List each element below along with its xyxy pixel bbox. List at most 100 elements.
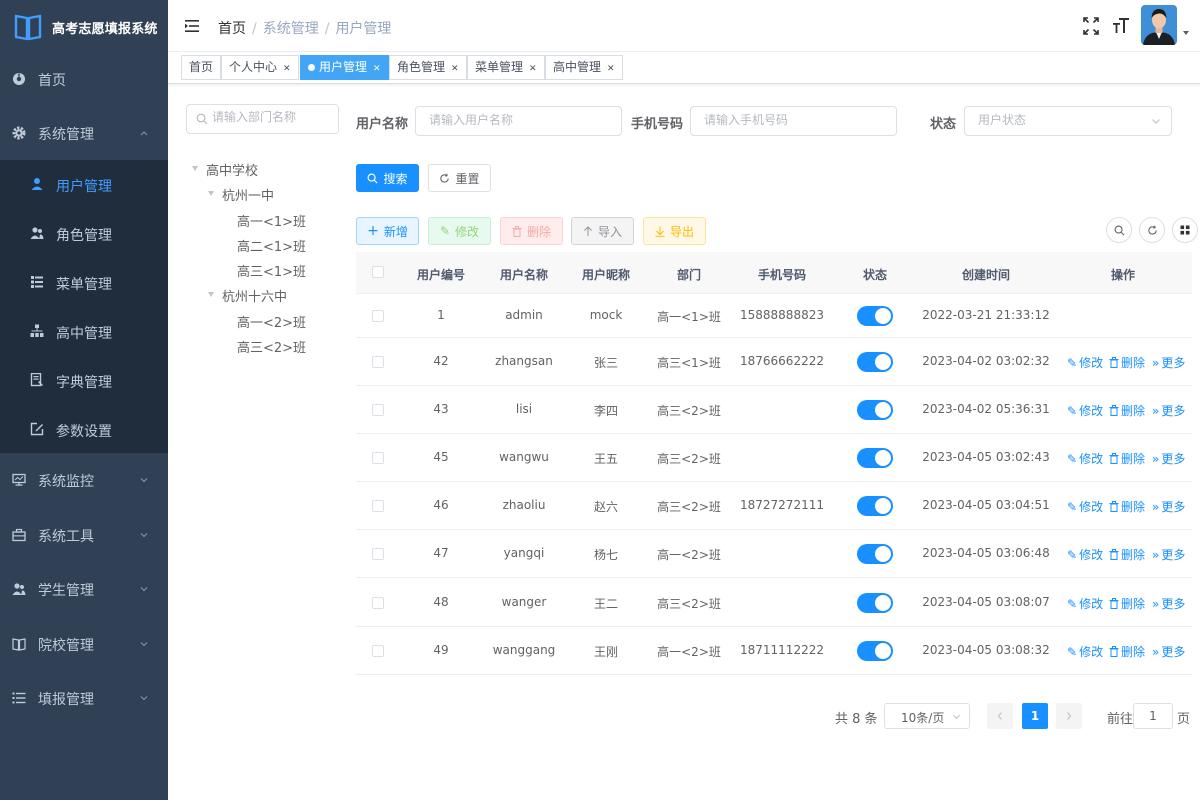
row-delete-button[interactable]: 删除: [1109, 402, 1145, 419]
dept-search-input[interactable]: [212, 110, 332, 124]
table-row[interactable]: 47 yangqi 杨七 高一<2>班 2023-04-05 03:06:48 ✎ 修改 删除…: [356, 530, 1192, 578]
tag-schools[interactable]: 高中管理 ✕: [545, 55, 623, 80]
select-all-checkbox[interactable]: [372, 266, 384, 278]
status-select-input[interactable]: [978, 113, 1143, 127]
phone-field[interactable]: [690, 106, 897, 136]
tree-node[interactable]: 杭州一中: [222, 185, 274, 204]
row-edit-button[interactable]: ✎ 修改: [1067, 546, 1103, 563]
caret-down-icon[interactable]: [192, 166, 198, 171]
refresh-button[interactable]: [1139, 217, 1165, 243]
sidebar-item-menus[interactable]: 菜单管理: [0, 258, 168, 307]
next-page-button[interactable]: [1056, 703, 1082, 729]
sidebar-item-system[interactable]: 系统管理: [0, 112, 168, 154]
row-checkbox[interactable]: [372, 404, 384, 416]
dept-search-field[interactable]: [186, 104, 339, 134]
prev-page-button[interactable]: [987, 703, 1013, 729]
tree-node[interactable]: 杭州十六中: [222, 286, 287, 305]
toggle-search-button[interactable]: [1106, 217, 1132, 243]
delete-button[interactable]: 删除: [500, 217, 563, 245]
caret-down-icon[interactable]: [208, 191, 214, 196]
row-more-button[interactable]: » 更多: [1152, 498, 1185, 515]
table-row[interactable]: 43 lisi 李四 高三<2>班 2023-04-02 05:36:31 ✎ 修改 删除 » 更…: [356, 386, 1192, 434]
tree-node[interactable]: 高一<1>班: [237, 211, 306, 230]
row-delete-button[interactable]: 删除: [1109, 498, 1145, 515]
hamburger-icon[interactable]: [184, 18, 200, 34]
row-checkbox[interactable]: [372, 452, 384, 464]
row-delete-button[interactable]: 删除: [1109, 354, 1145, 371]
reset-button[interactable]: 重置: [428, 164, 491, 192]
close-icon[interactable]: ✕: [283, 64, 291, 74]
status-switch[interactable]: [857, 352, 893, 372]
tag-roles[interactable]: 角色管理 ✕: [389, 55, 467, 80]
row-edit-button[interactable]: ✎ 修改: [1067, 643, 1103, 660]
tree-node[interactable]: 高一<2>班: [237, 312, 306, 331]
tree-node[interactable]: 高三<2>班: [237, 337, 306, 356]
row-more-button[interactable]: » 更多: [1152, 546, 1185, 563]
page-number-current[interactable]: 1: [1022, 703, 1048, 729]
sidebar-item-roles[interactable]: 角色管理: [0, 209, 168, 258]
row-more-button[interactable]: » 更多: [1152, 450, 1185, 467]
edit-button[interactable]: ✎ 修改: [428, 217, 491, 245]
page-size-select[interactable]: 10条/页: [884, 703, 970, 729]
search-button[interactable]: 搜索: [356, 164, 419, 192]
status-select[interactable]: [964, 106, 1172, 136]
row-edit-button[interactable]: ✎ 修改: [1067, 595, 1103, 612]
tag-users[interactable]: 用户管理 ✕: [300, 55, 389, 80]
table-row[interactable]: 49 wanggang 王刚 高一<2>班 18711112222 2023-04-05 …: [356, 627, 1192, 675]
row-delete-button[interactable]: 删除: [1109, 643, 1145, 660]
row-edit-button[interactable]: ✎ 修改: [1067, 498, 1103, 515]
close-icon[interactable]: ✕: [607, 64, 615, 74]
table-row[interactable]: 48 wanger 王二 高三<2>班 2023-04-05 03:08:07 ✎ 修改 删除…: [356, 578, 1192, 627]
tree-node[interactable]: 高中学校: [206, 160, 258, 179]
sidebar-item-tools[interactable]: 系统工具: [0, 514, 168, 556]
tag-profile[interactable]: 个人中心 ✕: [221, 55, 299, 80]
status-switch[interactable]: [857, 641, 893, 661]
table-row[interactable]: 45 wangwu 王五 高三<2>班 2023-04-05 03:02:43 ✎ 修改 删除…: [356, 434, 1192, 482]
row-delete-button[interactable]: 删除: [1109, 546, 1145, 563]
caret-down-icon[interactable]: [1183, 31, 1189, 35]
row-more-button[interactable]: » 更多: [1152, 354, 1185, 371]
row-delete-button[interactable]: 删除: [1109, 450, 1145, 467]
sidebar-item-config[interactable]: 参数设置: [0, 405, 168, 453]
row-delete-button[interactable]: 删除: [1109, 595, 1145, 612]
avatar[interactable]: [1141, 5, 1177, 45]
sidebar-item-users[interactable]: 用户管理: [0, 160, 168, 209]
goto-page-input[interactable]: 1: [1133, 703, 1173, 729]
username-input[interactable]: [429, 113, 593, 127]
username-field[interactable]: [415, 106, 622, 136]
row-edit-button[interactable]: ✎ 修改: [1067, 354, 1103, 371]
export-button[interactable]: 导出: [643, 217, 706, 245]
close-icon[interactable]: ✕: [451, 64, 459, 74]
table-row[interactable]: 1 admin mock 高一<1>班 15888888823 2022-03-21 21…: [356, 294, 1192, 338]
phone-input[interactable]: [704, 113, 868, 127]
tag-home[interactable]: 首页: [181, 55, 222, 80]
sidebar-item-colleges[interactable]: 院校管理: [0, 623, 168, 665]
sidebar-item-dict[interactable]: 字典管理: [0, 356, 168, 405]
add-button[interactable]: + 新增: [356, 217, 419, 245]
row-more-button[interactable]: » 更多: [1152, 402, 1185, 419]
caret-down-icon[interactable]: [208, 292, 214, 297]
table-row[interactable]: 42 zhangsan 张三 高三<1>班 18766662222 2023-04-02 …: [356, 338, 1192, 386]
row-edit-button[interactable]: ✎ 修改: [1067, 402, 1103, 419]
sidebar-item-applications[interactable]: 填报管理: [0, 677, 168, 719]
status-switch[interactable]: [857, 400, 893, 420]
close-icon[interactable]: ✕: [373, 64, 381, 74]
close-icon[interactable]: ✕: [529, 64, 537, 74]
breadcrumb-home[interactable]: 首页: [218, 21, 246, 37]
row-checkbox[interactable]: [372, 500, 384, 512]
row-more-button[interactable]: » 更多: [1152, 595, 1185, 612]
row-edit-button[interactable]: ✎ 修改: [1067, 450, 1103, 467]
status-switch[interactable]: [857, 306, 893, 326]
row-checkbox[interactable]: [372, 356, 384, 368]
status-switch[interactable]: [857, 448, 893, 468]
fullscreen-icon[interactable]: [1083, 17, 1099, 35]
row-checkbox[interactable]: [372, 645, 384, 657]
tree-node[interactable]: 高二<1>班: [237, 236, 306, 255]
brand[interactable]: 高考志愿填报系统: [0, 3, 168, 51]
status-switch[interactable]: [857, 544, 893, 564]
sidebar-item-schools[interactable]: 高中管理: [0, 307, 168, 356]
tree-node[interactable]: 高三<1>班: [237, 261, 306, 280]
sidebar-item-home[interactable]: 首页: [0, 58, 168, 100]
tag-menus[interactable]: 菜单管理 ✕: [467, 55, 545, 80]
table-row[interactable]: 46 zhaoliu 赵六 高三<2>班 18727272111 2023-04-05 0…: [356, 482, 1192, 530]
